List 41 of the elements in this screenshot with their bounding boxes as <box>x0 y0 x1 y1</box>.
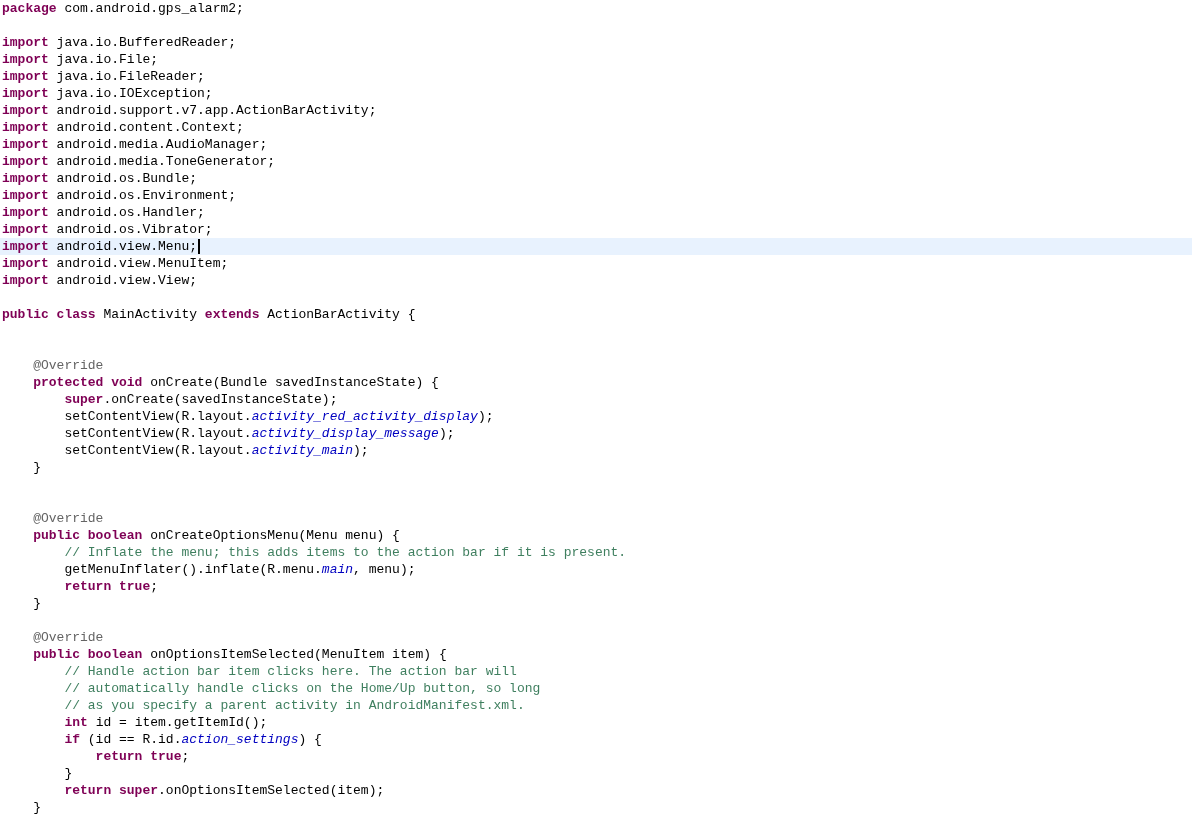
code-line: @Override <box>32 510 105 527</box>
code-line: import android.content.Context; <box>1 119 245 136</box>
code-line: @Override <box>32 629 105 646</box>
code-line: if (id == R.id.action_settings) { <box>63 731 323 748</box>
code-line: import android.view.View; <box>1 272 199 289</box>
code-line: import java.io.File; <box>1 51 160 68</box>
code-line: getMenuInflater().inflate(R.menu.main, menu); <box>63 561 417 578</box>
code-line: import android.support.v7.app.ActionBarActivity; <box>1 102 378 119</box>
code-line: import android.media.ToneGenerator; <box>1 153 277 170</box>
code-line: } <box>32 799 42 816</box>
code-line: setContentView(R.layout.activity_red_activity_display); <box>63 408 495 425</box>
code-line: import java.io.FileReader; <box>1 68 206 85</box>
code-line: public class MainActivity extends ActionBarActivity { <box>1 306 417 323</box>
code-line: @Override <box>32 357 105 374</box>
code-line: // Inflate the menu; this adds items to the action bar if it is present. <box>63 544 628 561</box>
code-line: import android.os.Handler; <box>1 204 206 221</box>
code-line: return super.onOptionsItemSelected(item); <box>63 782 386 799</box>
code-line: } <box>63 765 74 782</box>
code-line: // Handle action bar item clicks here. The action bar will <box>63 663 518 680</box>
code-line: } <box>32 459 42 476</box>
code-line: import android.os.Vibrator; <box>1 221 214 238</box>
code-line: int id = item.getItemId(); <box>63 714 269 731</box>
code-line: } <box>32 595 42 612</box>
code-line: import android.view.MenuItem; <box>1 255 230 272</box>
code-line: super.onCreate(savedInstanceState); <box>63 391 339 408</box>
code-line: return true; <box>94 748 191 765</box>
text-cursor <box>198 239 201 254</box>
code-line: // automatically handle clicks on the Home/Up button, so long <box>63 680 542 697</box>
code-line: import android.os.Environment; <box>1 187 238 204</box>
code-line: // as you specify a parent activity in AndroidManifest.xml. <box>63 697 526 714</box>
code-line: import java.io.IOException; <box>1 85 214 102</box>
code-line: setContentView(R.layout.activity_display_message); <box>63 425 456 442</box>
code-line: import android.os.Bundle; <box>1 170 199 187</box>
code-line: import java.io.BufferedReader; <box>1 34 238 51</box>
code-line: protected void onCreate(Bundle savedInstanceState) { <box>32 374 440 391</box>
code-line: public boolean onOptionsItemSelected(MenuItem item) { <box>32 646 448 663</box>
code-line: import android.media.AudioManager; <box>1 136 269 153</box>
code-line: return true; <box>63 578 160 595</box>
code-line: setContentView(R.layout.activity_main); <box>63 442 370 459</box>
code-line: public boolean onCreateOptionsMenu(Menu menu) { <box>32 527 401 544</box>
code-line: package com.android.gps_alarm2; <box>1 0 245 17</box>
